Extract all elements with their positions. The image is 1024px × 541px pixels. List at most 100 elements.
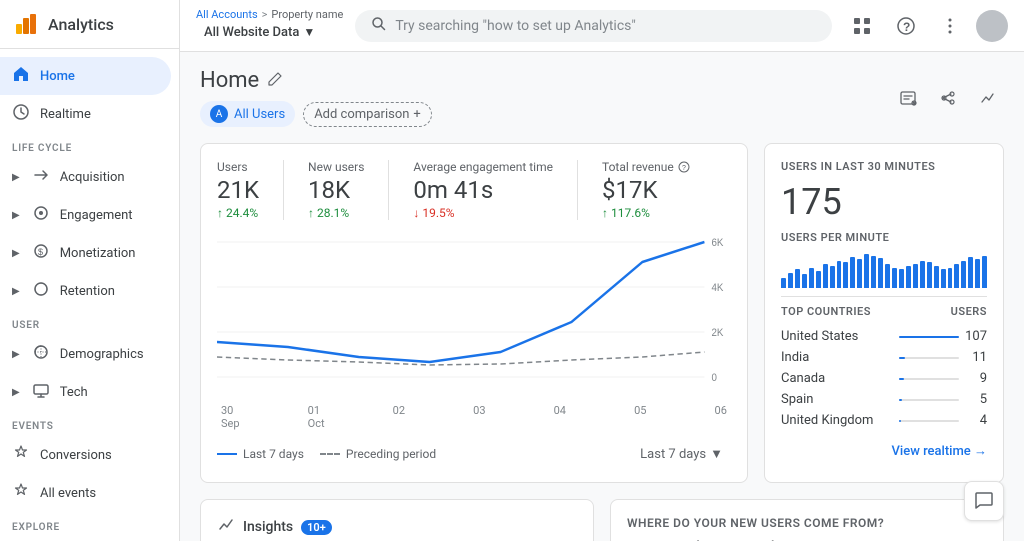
sidebar-item-monetization[interactable]: ▶ $ Monetization: [0, 234, 171, 272]
expand-icon: ▶: [12, 172, 20, 183]
events-section-label: EVENTS: [0, 411, 179, 436]
date-range-label: Last 7 days: [640, 447, 706, 462]
user-section-label: USER: [0, 310, 179, 335]
sidebar-item-retention[interactable]: ▶ Retention: [0, 272, 171, 310]
sidebar-item-realtime[interactable]: Realtime: [0, 95, 171, 133]
retention-icon: [32, 280, 50, 302]
rt-bar: [830, 266, 835, 288]
rt-bar: [816, 271, 821, 288]
topbar-icons: ?: [844, 8, 1008, 44]
rt-country-name: United Kingdom: [781, 413, 895, 428]
sidebar-item-acquisition[interactable]: ▶ Acquisition: [0, 158, 171, 196]
rt-country-bar-wrap: [899, 420, 959, 422]
rt-country-bar: [899, 399, 902, 401]
sidebar-item-conversions[interactable]: Conversions: [0, 436, 171, 474]
sidebar-item-demographics[interactable]: ▶ Demographics: [0, 335, 171, 373]
bottom-row: Insights 10+ WHERE DO YOUR NEW USERS COM…: [200, 499, 1004, 541]
rt-country-bar-wrap: [899, 336, 959, 338]
sidebar-item-home[interactable]: Home: [0, 57, 171, 95]
page-title-row: Home: [200, 68, 432, 93]
insights-button[interactable]: [972, 82, 1004, 114]
x-label-5: 05: [634, 404, 646, 430]
help-button[interactable]: ?: [888, 8, 924, 44]
breadcrumb-all-accounts[interactable]: All Accounts: [196, 8, 258, 21]
svg-text:?: ?: [903, 20, 910, 34]
cards-row: Users 21K ↑ 24.4% New users 18K ↑ 28.1% …: [200, 143, 1004, 483]
svg-text:2K: 2K: [712, 328, 724, 340]
rt-bar: [802, 274, 807, 288]
date-range-button[interactable]: Last 7 days ▼: [632, 442, 731, 466]
metrics-row: Users 21K ↑ 24.4% New users 18K ↑ 28.1% …: [217, 160, 731, 220]
rt-bar: [961, 261, 966, 288]
rt-country-count: 5: [963, 392, 987, 407]
x-label-1: 01Oct: [308, 404, 325, 430]
expand-icon: ▶: [12, 286, 20, 297]
add-comparison-button[interactable]: Add comparison +: [303, 102, 432, 127]
metric-new-users-change: ↑ 28.1%: [308, 206, 364, 220]
svg-text:?: ?: [682, 165, 686, 172]
sidebar-item-engagement[interactable]: ▶ Engagement: [0, 196, 171, 234]
x-label-6: 06: [715, 404, 727, 430]
lifecycle-section-label: LIFE CYCLE: [0, 133, 179, 158]
breadcrumb: All Accounts > Property name All Website…: [196, 8, 343, 44]
realtime-count: 175: [781, 181, 987, 223]
rt-bar: [968, 257, 973, 288]
share-button[interactable]: [932, 82, 964, 114]
page-content: Home A All Users Add comparison +: [180, 52, 1024, 541]
conversions-icon: [12, 444, 30, 466]
new-users-card: WHERE DO YOUR NEW USERS COME FROM? New u…: [610, 499, 1004, 541]
chart-legend: Last 7 days Preceding period: [217, 447, 436, 461]
insights-label: Insights: [243, 519, 293, 535]
metric-separator: [283, 160, 284, 220]
x-label-2: 02: [393, 404, 405, 430]
rt-country-name: Spain: [781, 392, 895, 407]
metric-engagement-change: ↓ 19.5%: [413, 206, 553, 220]
metric-users-label: Users: [217, 160, 259, 174]
sidebar-item-acquisition-label: Acquisition: [60, 170, 125, 185]
sidebar-header: Analytics: [0, 0, 179, 49]
rt-country-count: 4: [963, 413, 987, 428]
user-avatar[interactable]: [976, 10, 1008, 42]
search-bar[interactable]: Try searching "how to set up Analytics": [355, 10, 832, 42]
rt-bar: [788, 273, 793, 288]
edit-icon[interactable]: [267, 71, 283, 91]
page-header: Home A All Users Add comparison +: [200, 68, 1004, 127]
rt-country-row: Canada 9: [781, 368, 987, 389]
sidebar-item-all-events[interactable]: All events: [0, 474, 171, 512]
chart-area: 6K 4K 2K 0: [217, 232, 731, 392]
rt-bar: [885, 264, 890, 288]
more-button[interactable]: [932, 8, 968, 44]
insights-header: Insights 10+: [217, 516, 577, 538]
svg-text:0: 0: [712, 373, 718, 385]
rt-bar: [795, 269, 800, 288]
clock-icon: [12, 103, 30, 125]
customize-report-button[interactable]: [892, 82, 924, 114]
insights-icon: [217, 516, 235, 538]
sidebar-item-tech[interactable]: ▶ Tech: [0, 373, 171, 411]
rt-country-bar: [899, 357, 905, 359]
metric-revenue: Total revenue ? $17K ↑ 117.6%: [602, 160, 690, 220]
metric-separator: [577, 160, 578, 220]
rt-bar: [871, 256, 876, 288]
chip-avatar: A: [210, 105, 228, 123]
view-realtime-label: View realtime →: [892, 443, 987, 459]
tech-icon: [32, 381, 50, 403]
chat-button[interactable]: [964, 481, 1004, 521]
all-users-chip[interactable]: A All Users: [200, 101, 295, 127]
view-realtime-button[interactable]: View realtime →: [781, 443, 987, 459]
apps-button[interactable]: [844, 8, 880, 44]
account-selector[interactable]: All Website Data ▼: [196, 21, 343, 44]
rt-country-bar: [899, 378, 904, 380]
metric-users: Users 21K ↑ 24.4%: [217, 160, 259, 220]
breadcrumb-row: All Accounts > Property name: [196, 8, 343, 21]
sidebar-item-home-label: Home: [40, 69, 75, 84]
users-label: USERS: [951, 305, 987, 318]
chevron-down-icon: ▼: [303, 25, 315, 39]
metric-new-users-label: New users: [308, 160, 364, 174]
legend-solid-label: Last 7 days: [243, 447, 304, 461]
sidebar-item-conversions-label: Conversions: [40, 448, 112, 463]
add-comparison-label: Add comparison: [314, 107, 409, 122]
demographics-icon: [32, 343, 50, 365]
sidebar-item-analysis[interactable]: Analysis: [0, 537, 171, 541]
realtime-card: USERS IN LAST 30 MINUTES 175 USERS PER M…: [764, 143, 1004, 483]
